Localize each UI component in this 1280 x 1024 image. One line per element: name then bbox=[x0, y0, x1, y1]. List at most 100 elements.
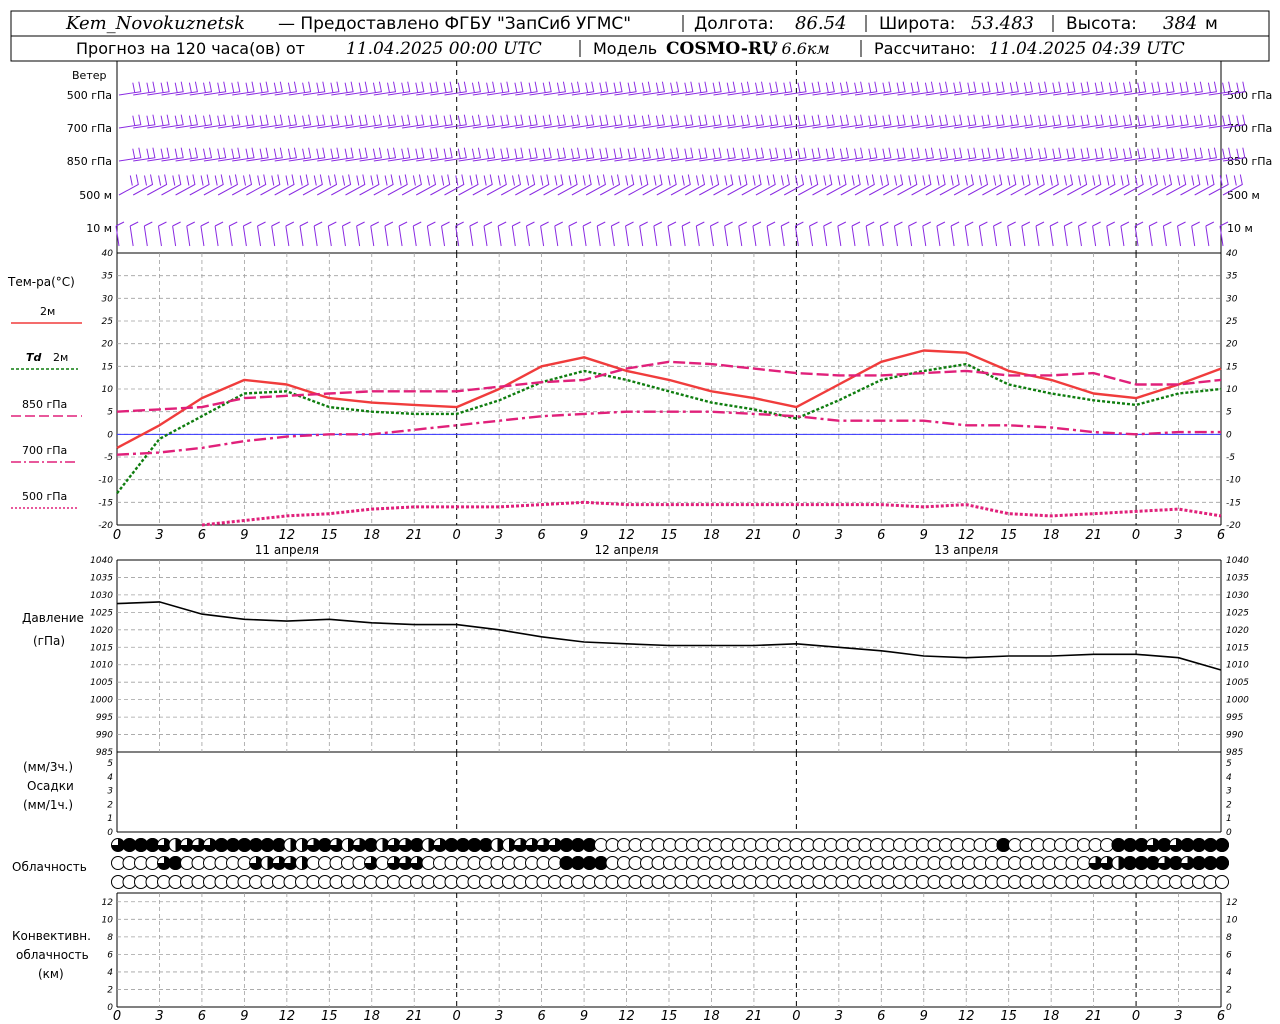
wind-barb bbox=[586, 114, 609, 129]
wind-barb bbox=[458, 81, 481, 96]
wind-barb bbox=[1166, 147, 1189, 162]
wind-barb bbox=[854, 81, 878, 96]
wind-barb bbox=[784, 114, 807, 129]
wind-barb bbox=[1053, 81, 1076, 96]
wind-barb bbox=[1109, 147, 1133, 162]
temp-ytick-left: 25 bbox=[102, 317, 114, 327]
wind-barb bbox=[713, 114, 736, 129]
pressure-panel: Давление (гПа) bbox=[22, 611, 84, 648]
wind-barb bbox=[571, 114, 595, 129]
precip-ytick-left: 5 bbox=[107, 759, 113, 769]
wind-barb bbox=[299, 221, 309, 247]
wind-barb bbox=[1194, 114, 1217, 129]
wind-barb bbox=[883, 174, 904, 196]
provider-text: — Предоставлено ФГБУ "ЗапСиб УГМС" bbox=[278, 14, 631, 34]
wind-barb bbox=[1205, 221, 1215, 247]
wind-barb bbox=[869, 114, 892, 129]
wind-level-label-right: 500 м bbox=[1227, 189, 1260, 202]
conv-ytick-right: 4 bbox=[1226, 968, 1232, 978]
wind-barb bbox=[133, 81, 156, 96]
cloud-circle bbox=[1215, 875, 1229, 889]
temp-xtick: 15 bbox=[1000, 528, 1017, 543]
temp-xtick: 21 bbox=[1085, 528, 1102, 543]
wind-barb bbox=[642, 81, 665, 96]
wind-barb bbox=[1095, 81, 1118, 96]
temp-ytick-left: 35 bbox=[102, 272, 114, 282]
conv-xtick: 0 bbox=[453, 1009, 461, 1024]
wind-barb bbox=[387, 114, 411, 129]
wind-barb bbox=[458, 147, 481, 162]
cloud-fill bbox=[1215, 856, 1229, 870]
wind-barb bbox=[614, 147, 637, 162]
wind-barb bbox=[288, 147, 312, 162]
wind-barb bbox=[968, 114, 991, 129]
cloud-title: Облачность bbox=[12, 860, 87, 874]
wind-barb bbox=[1067, 174, 1088, 196]
conv-title-2: облачность bbox=[16, 948, 89, 962]
wind-barb bbox=[1123, 114, 1147, 129]
wind-barb bbox=[656, 147, 680, 162]
wind-barb bbox=[1092, 221, 1101, 247]
conv-xtick: 0 bbox=[792, 1009, 800, 1024]
wind-barb bbox=[203, 114, 227, 129]
wind-barb bbox=[359, 81, 382, 96]
conv-xtick: 6 bbox=[1217, 1009, 1225, 1024]
wind-barb bbox=[540, 221, 549, 247]
pressure-ytick-right: 1010 bbox=[1226, 661, 1249, 671]
legend-t2m-label: 2м bbox=[40, 305, 55, 318]
conv-ytick-right: 0 bbox=[1226, 1003, 1232, 1013]
wind-barb bbox=[118, 114, 142, 129]
date-label: 13 апреля bbox=[934, 543, 998, 557]
cloud-symbol bbox=[1215, 875, 1229, 889]
wind-barb bbox=[483, 221, 493, 247]
pressure-unit: (гПа) bbox=[33, 634, 65, 648]
wind-barb bbox=[359, 147, 382, 162]
wind-barb bbox=[274, 81, 297, 96]
wind-barb bbox=[883, 114, 906, 129]
wind-barb bbox=[879, 221, 889, 247]
wind-barb bbox=[784, 147, 807, 162]
wind-barb bbox=[628, 147, 651, 162]
wind-barb bbox=[1052, 174, 1074, 196]
wind-barb bbox=[118, 81, 142, 96]
conv-xtick: 15 bbox=[661, 1009, 678, 1024]
lat-value: 53.483 bbox=[971, 13, 1034, 34]
lon-value: 86.54 bbox=[795, 13, 847, 34]
wind-barb bbox=[798, 114, 821, 129]
wind-barb bbox=[724, 221, 733, 247]
wind-barb bbox=[699, 114, 722, 129]
convective-cloud-panel: Конвективн. облачность (км) bbox=[12, 929, 91, 981]
wind-barb bbox=[780, 221, 790, 247]
wind-barb bbox=[568, 221, 578, 247]
wind-barb bbox=[656, 114, 680, 129]
wind-barb bbox=[1191, 221, 1200, 247]
wind-barb bbox=[993, 221, 1002, 247]
pressure-ytick-left: 985 bbox=[96, 748, 113, 758]
conv-xtick: 3 bbox=[835, 1009, 843, 1024]
wind-barb bbox=[614, 174, 635, 196]
wind-barb bbox=[1194, 147, 1217, 162]
wind-barb bbox=[1162, 221, 1172, 247]
wind-barb bbox=[1152, 147, 1175, 162]
wind-barb bbox=[228, 221, 238, 247]
legend-t700-label: 700 гПа bbox=[22, 444, 67, 457]
wind-barb bbox=[1166, 114, 1189, 129]
wind-barb bbox=[599, 174, 621, 196]
temp-xtick: 0 bbox=[1132, 528, 1140, 543]
temp-ytick-right: 5 bbox=[1226, 408, 1232, 418]
wind-barb bbox=[982, 174, 1003, 196]
temp-xtick: 18 bbox=[1043, 528, 1060, 543]
wind-barb bbox=[625, 221, 634, 247]
wind-barb bbox=[908, 221, 917, 247]
wind-barb bbox=[783, 174, 805, 196]
temp-ytick-right: 10 bbox=[1226, 385, 1238, 395]
wind-barb bbox=[345, 81, 368, 96]
conv-ytick-left: 2 bbox=[107, 985, 113, 995]
temp-xtick: 9 bbox=[240, 528, 248, 543]
wind-barb bbox=[387, 174, 408, 196]
wind-barb bbox=[161, 174, 182, 196]
wind-barb bbox=[1208, 174, 1229, 196]
wind-barb bbox=[232, 81, 255, 96]
wind-barb bbox=[911, 174, 932, 196]
wind-barb bbox=[147, 114, 170, 129]
